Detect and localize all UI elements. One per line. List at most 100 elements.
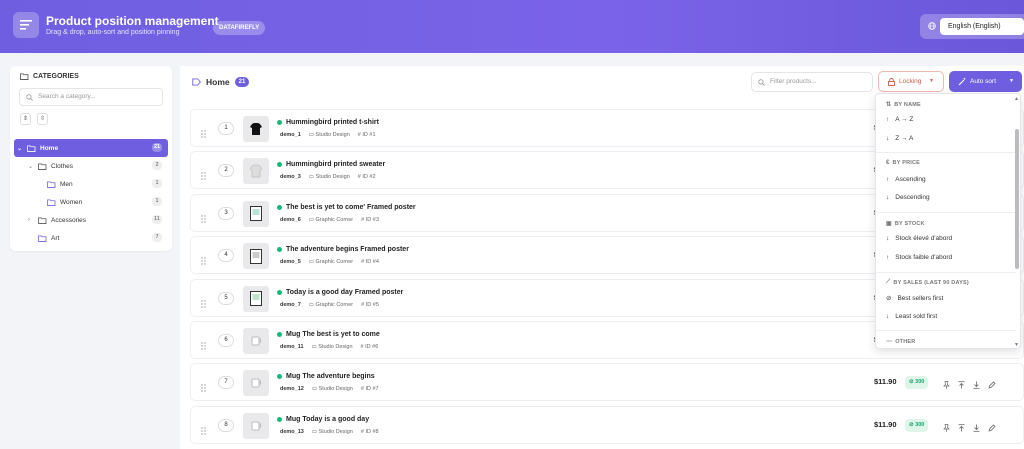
check-circle-icon: ⊘ <box>909 379 914 386</box>
sort-option-price-desc[interactable]: ↓ Descending <box>886 194 930 201</box>
sort-option-price-asc[interactable]: ↑ Ascending <box>886 176 926 183</box>
check-circle-icon: ⊘ <box>909 421 914 428</box>
position-input[interactable]: 1 <box>218 122 234 135</box>
product-category: ▭ Graphic Corner <box>309 217 353 223</box>
scrollbar-thumb[interactable] <box>1015 129 1019 269</box>
table-row[interactable]: 8 Mug Today is a good day demo_13 ▭ Stud… <box>190 405 1024 444</box>
product-name: Today is a good day Framed poster <box>277 289 403 296</box>
menu-scrollbar[interactable]: ▲ ▼ <box>1014 94 1020 348</box>
sort-option-za[interactable]: ↓ Z → A <box>886 135 913 142</box>
page-title: Product position management <box>46 14 219 28</box>
move-to-top-icon[interactable] <box>958 376 965 394</box>
drag-handle-icon[interactable] <box>201 210 206 228</box>
move-to-bottom-icon[interactable] <box>973 419 980 437</box>
folder-icon: ▭ <box>308 301 314 308</box>
categories-heading: CATEGORIES <box>20 73 79 80</box>
arrow-up-icon: ↑ <box>886 116 890 123</box>
page-subtitle: Drag & drop, auto-sort and position pinn… <box>46 29 180 36</box>
folder-icon <box>38 216 47 224</box>
product-filter-input[interactable]: Filter products... <box>751 72 873 92</box>
product-name: Mug The best is yet to come <box>277 331 380 338</box>
language-selector[interactable]: English (English) <box>920 14 1024 39</box>
sort-section-name: ⇅ BY NAME <box>886 101 921 109</box>
position-input[interactable]: 5 <box>218 291 234 305</box>
sort-option-stock-low[interactable]: ↑ Stock faible d'abord <box>886 254 952 261</box>
sort-section-stock: ▣ BY STOCK <box>886 220 925 228</box>
tree-item-art[interactable]: Art 7 <box>14 229 168 247</box>
position-input[interactable]: 6 <box>218 333 234 347</box>
position-input[interactable]: 3 <box>218 206 234 220</box>
product-id-label: ID #6 <box>365 343 379 350</box>
sort-section-label: BY SALES (LAST 90 DAYS) <box>893 279 969 286</box>
drag-handle-icon[interactable] <box>201 337 206 355</box>
move-to-top-icon[interactable] <box>958 419 965 437</box>
product-meta: demo_11 ▭ Studio Design # ID #6 <box>280 344 378 350</box>
position-input[interactable]: 2 <box>218 164 234 178</box>
sort-option-best-sellers[interactable]: ⊘ Best sellers first <box>886 294 943 303</box>
check-circle-icon: ⊘ <box>886 295 892 302</box>
pin-icon[interactable] <box>943 376 950 394</box>
pin-icon[interactable] <box>943 419 950 437</box>
product-name-label: Mug Today is a good day <box>286 415 370 423</box>
edit-icon[interactable] <box>988 376 996 394</box>
scroll-up-icon[interactable]: ▲ <box>1014 96 1019 102</box>
folder-icon <box>38 162 47 170</box>
chevron-down-icon[interactable]: ⌄ <box>17 145 27 152</box>
position-input[interactable]: 7 <box>218 376 234 390</box>
drag-handle-icon[interactable] <box>201 379 206 397</box>
sort-option-stock-high[interactable]: ↓ Stock élevé d'abord <box>886 235 952 242</box>
product-name-label: Hummingbird printed sweater <box>286 161 386 169</box>
auto-sort-label: Auto sort <box>970 78 997 85</box>
divider <box>876 272 1016 273</box>
drag-handle-icon[interactable] <box>201 422 206 440</box>
brand-badge: DATAFIREFLY <box>213 21 266 35</box>
tree-item-accessories[interactable]: › Accessories 11 <box>14 211 168 229</box>
product-thumbnail <box>243 116 269 142</box>
drag-handle-icon[interactable] <box>201 252 206 270</box>
drag-handle-icon[interactable] <box>201 295 206 313</box>
auto-sort-menu: ⇅ BY NAME ↑ A → Z ↓ Z → A € BY PRICE ↑ A… <box>875 93 1021 349</box>
category-search-input[interactable]: Search a category... <box>19 88 163 106</box>
language-select[interactable]: English (English) <box>940 18 1024 35</box>
sort-section-other: ⋯ OTHER <box>886 338 915 346</box>
product-category-label: Graphic Corner <box>315 301 354 308</box>
product-meta: demo_7 ▭ Graphic Corner # ID #5 <box>280 302 379 308</box>
sort-option-label: Least sold first <box>895 313 938 320</box>
tree-item-women[interactable]: Women 1 <box>14 193 168 211</box>
edit-icon[interactable] <box>988 419 996 437</box>
expand-all-button[interactable]: ⇕ <box>20 113 31 125</box>
sort-option-az[interactable]: ↑ A → Z <box>886 116 913 123</box>
euro-icon: € <box>886 160 890 166</box>
folder-open-icon <box>47 198 56 206</box>
move-to-bottom-icon[interactable] <box>973 376 980 394</box>
table-row[interactable]: 7 Mug The adventure begins demo_12 ▭ Stu… <box>190 363 1024 402</box>
chevron-right-icon[interactable]: › <box>28 217 38 223</box>
position-input[interactable]: 4 <box>218 249 234 263</box>
hash-icon: # <box>361 259 365 266</box>
drag-handle-icon[interactable] <box>201 125 206 143</box>
drag-handle-icon[interactable] <box>201 167 206 185</box>
scroll-down-icon[interactable]: ▼ <box>1014 342 1019 348</box>
tree-item-clothes[interactable]: ⌄ Clothes 2 <box>14 157 168 175</box>
sort-option-least-sold[interactable]: ↓ Least sold first <box>886 313 937 320</box>
divider <box>876 330 1016 331</box>
product-reference: demo_1 <box>280 132 301 138</box>
position-input[interactable]: 8 <box>218 418 234 432</box>
category-header: Home 21 <box>192 77 250 87</box>
product-category-label: Graphic Corner <box>315 259 354 266</box>
auto-sort-button[interactable]: Auto sort ▼ <box>949 71 1022 92</box>
tree-item-men[interactable]: Men 1 <box>14 175 168 193</box>
filter-placeholder: Filter products... <box>770 78 817 85</box>
product-id: # ID #2 <box>358 174 376 180</box>
sort-option-label: Z → A <box>895 135 914 142</box>
categories-panel: CATEGORIES Search a category... ⇕ ⇳ ⌄ Ho… <box>10 66 172 251</box>
sort-option-label: Descending <box>895 194 930 201</box>
locking-button[interactable]: Locking ▼ <box>878 71 944 92</box>
sort-section-label: BY NAME <box>894 101 921 108</box>
tree-item-home[interactable]: ⌄ Home 21 <box>14 139 168 157</box>
collapse-all-button[interactable]: ⇳ <box>37 113 48 125</box>
folder-icon: ▭ <box>308 259 314 266</box>
chevron-down-icon[interactable]: ⌄ <box>28 163 38 170</box>
folder-icon: ▭ <box>311 343 317 350</box>
product-id: # ID #3 <box>361 217 379 223</box>
